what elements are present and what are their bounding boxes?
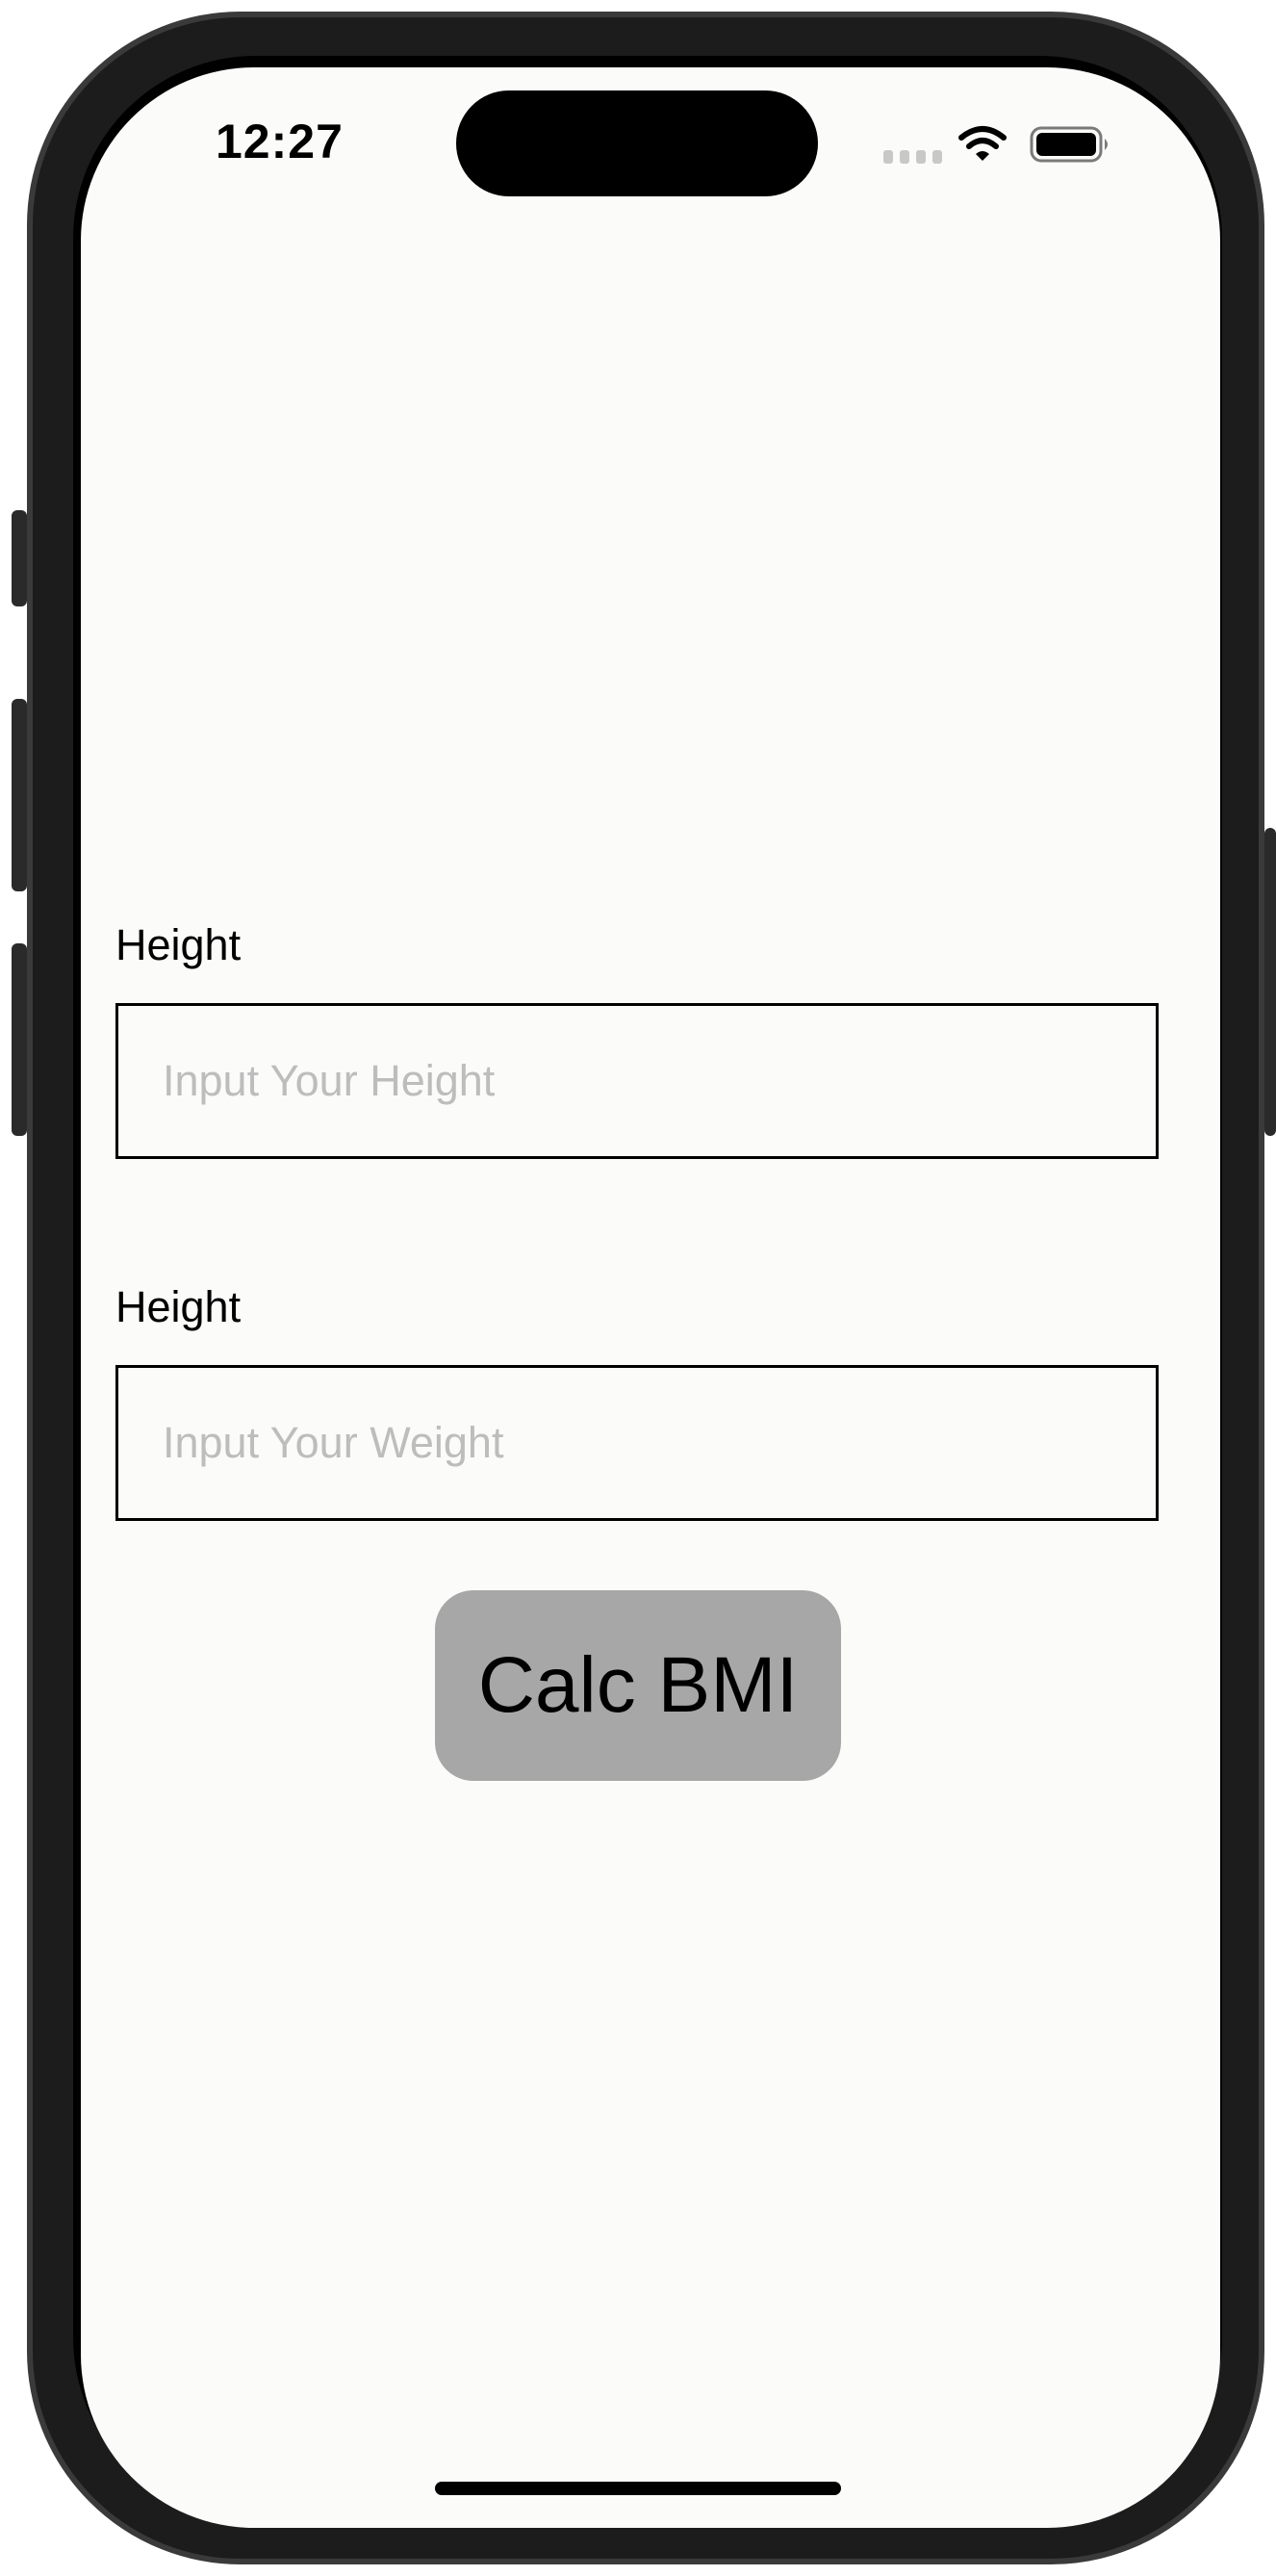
battery-icon [1030, 126, 1108, 163]
height-input[interactable] [115, 1003, 1159, 1159]
cellular-signal-icon [883, 150, 942, 164]
volume-down-button [12, 943, 27, 1136]
wifi-icon [958, 126, 1007, 161]
power-button [1264, 828, 1276, 1136]
app-screen: 12:27 Height Height Calc BMI [81, 67, 1220, 2528]
action-button [12, 510, 27, 606]
calc-bmi-button[interactable]: Calc BMI [435, 1590, 841, 1781]
weight-input[interactable] [115, 1365, 1159, 1521]
dynamic-island [456, 90, 818, 196]
height-field-label: Height [115, 920, 242, 969]
status-time: 12:27 [216, 115, 344, 168]
home-indicator[interactable] [435, 2482, 841, 2495]
volume-up-button [12, 699, 27, 891]
weight-field-label: Height [115, 1282, 242, 1331]
